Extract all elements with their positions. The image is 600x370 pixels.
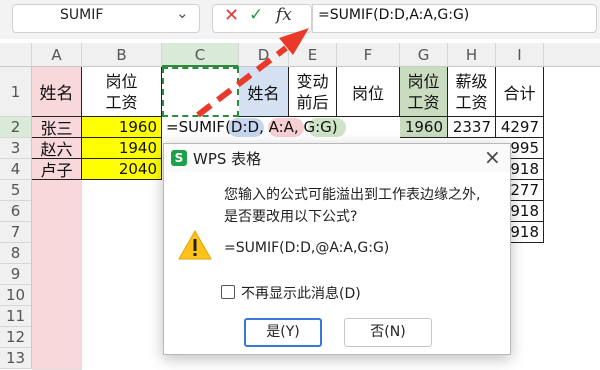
dont-show-again-label[interactable]: 不再显示此消息(D) [241,283,361,303]
dialog-message-line1: 您输入的公式可能溢出到工作表边缘之外, [224,187,481,203]
no-button[interactable]: 否(N) [344,318,432,347]
wps-logo-icon: S [171,150,187,166]
close-icon[interactable]: × [484,145,501,169]
dialog-title: WPS 表格 [193,150,262,168]
warning-icon [178,229,212,260]
dialog-message-line2: 是否要改用以下公式? [224,209,358,225]
yes-button[interactable]: 是(Y) [244,318,322,347]
dont-show-again-checkbox[interactable] [221,285,235,299]
suggested-formula: =SUMIF(D:D,@A:A,G:G) [224,240,390,256]
